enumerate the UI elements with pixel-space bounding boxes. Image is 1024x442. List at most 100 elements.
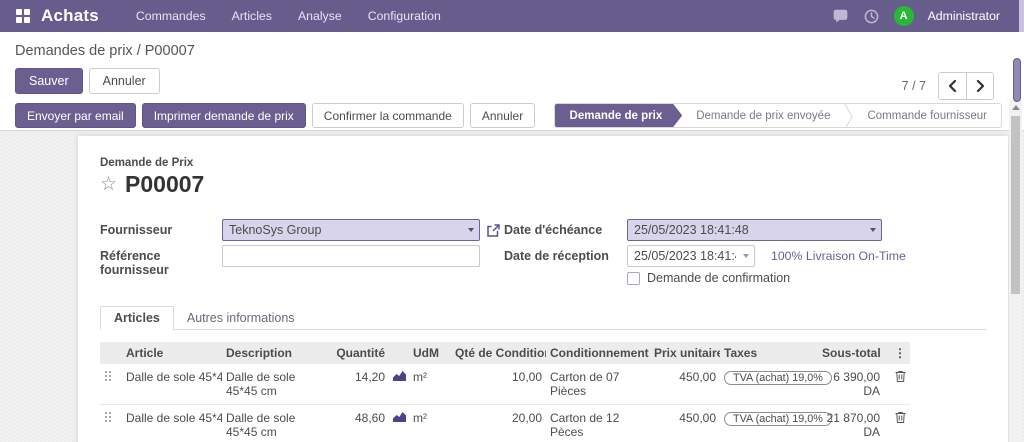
table-row[interactable]: Dalle de sole 45*4... Dalle de sole 45*4… — [100, 364, 910, 405]
notebook-tabs: Articles Autres informations — [100, 305, 986, 330]
status-pipeline: Demande de prix Demande de prix envoyée … — [554, 103, 1002, 128]
description-column-header[interactable]: Description — [222, 342, 321, 364]
chevron-left-icon — [948, 80, 957, 92]
breadcrumb-parent[interactable]: Demandes de prix — [15, 43, 133, 59]
open-partner-link-icon[interactable] — [486, 223, 501, 238]
page-scrollbar-thumb[interactable] — [1013, 58, 1021, 102]
drag-handle-icon[interactable] — [104, 411, 112, 423]
delete-row-icon[interactable] — [895, 411, 906, 423]
cell-conditionnement[interactable]: Carton de 07 Pièces — [546, 364, 650, 405]
table-row[interactable]: Dalle de sole 45*4... Dalle de sole 45*4… — [100, 405, 910, 442]
record-pager: 7 / 7 — [902, 72, 994, 100]
cancel-button[interactable]: Annuler — [470, 103, 535, 128]
fournisseur-select[interactable] — [222, 219, 480, 241]
cell-qte-conditionnement[interactable]: 10,00 — [451, 364, 546, 405]
cell-qte-conditionnement[interactable]: 20,00 — [451, 405, 546, 442]
scrollbar-track-top — [1019, 0, 1024, 32]
content-area: Demande de Prix ☆ P00007 Fournisseur — [0, 131, 1024, 442]
ontime-delivery-note: 100% Livraison On-Time — [771, 249, 906, 263]
menu-analyse[interactable]: Analyse — [285, 0, 355, 32]
send-email-button[interactable]: Envoyer par email — [15, 103, 136, 128]
status-demande-de-prix[interactable]: Demande de prix — [555, 104, 683, 127]
action-bar: Envoyer par email Imprimer demande de pr… — [0, 100, 1024, 131]
navbar-right: A Administrator — [832, 6, 1014, 26]
cell-description[interactable]: Dalle de sole 45*45 cm — [222, 364, 321, 405]
app-brand[interactable]: Achats — [41, 6, 99, 26]
delete-row-icon[interactable] — [895, 370, 906, 382]
cell-prix-unitaire[interactable]: 450,00 — [650, 364, 720, 405]
cell-description[interactable]: Dalle de sole 45*45 cm — [222, 405, 321, 442]
pager-previous-button[interactable] — [939, 73, 966, 99]
menu-commandes[interactable]: Commandes — [123, 0, 219, 32]
print-rfq-button[interactable]: Imprimer demande de prix — [142, 103, 306, 128]
breadcrumb: Demandes de prix / P00007 — [0, 32, 1024, 59]
cell-prix-unitaire[interactable]: 450,00 — [650, 405, 720, 442]
scrollbar-up-arrow-icon[interactable] — [1012, 105, 1020, 110]
tab-autres-informations[interactable]: Autres informations — [174, 307, 308, 329]
drag-handle-icon[interactable] — [104, 370, 112, 382]
discard-button[interactable]: Annuler — [89, 68, 160, 94]
tax-badge[interactable]: TVA (achat) 19,0% — [724, 371, 832, 385]
workflow-buttons: Envoyer par email Imprimer demande de pr… — [15, 103, 535, 128]
odoo-purchase-app: Achats Commandes Articles Analyse Config… — [0, 0, 1024, 442]
pager-buttons — [938, 72, 994, 100]
pager-next-button[interactable] — [966, 73, 993, 99]
menu-articles[interactable]: Articles — [219, 0, 285, 32]
prix-unitaire-column-header[interactable]: Prix unitaire — [650, 342, 720, 364]
status-demande-envoyee[interactable]: Demande de prix envoyée — [682, 104, 844, 127]
udm-column-header[interactable]: UdM — [409, 342, 451, 364]
form-sheet: Demande de Prix ☆ P00007 Fournisseur — [78, 136, 1008, 442]
user-menu[interactable]: Administrator — [928, 9, 1000, 23]
apps-grid-icon[interactable] — [16, 9, 31, 24]
messages-icon[interactable] — [832, 8, 849, 25]
confirm-order-button[interactable]: Confirmer la commande — [312, 103, 464, 128]
tab-articles[interactable]: Articles — [100, 306, 174, 330]
reference-fournisseur-label: Référence fournisseur — [100, 245, 222, 277]
article-column-header[interactable]: Article — [122, 342, 222, 364]
reference-fournisseur-input[interactable] — [222, 245, 480, 267]
control-panel: Demandes de prix / P00007 Sauver Annuler… — [0, 32, 1024, 100]
chevron-right-icon — [976, 80, 985, 92]
cell-udm[interactable]: m² — [409, 364, 451, 405]
date-reception-input[interactable] — [627, 245, 755, 267]
cell-article[interactable]: Dalle de sole 45*4... — [122, 364, 222, 405]
cell-udm[interactable]: m² — [409, 405, 451, 442]
cell-conditionnement[interactable]: Carton de 12 Pèces — [546, 405, 650, 442]
qte-conditionnement-column-header[interactable]: Qté de Condition... — [451, 342, 546, 364]
scrollbar-thumb[interactable] — [1011, 116, 1020, 294]
user-avatar[interactable]: A — [894, 6, 914, 26]
save-button[interactable]: Sauver — [15, 68, 83, 94]
breadcrumb-current: P00007 — [145, 43, 195, 59]
status-separator-icon — [844, 104, 853, 128]
quantite-column-header[interactable]: Quantité — [321, 342, 389, 364]
status-commande-fournisseur[interactable]: Commande fournisseur — [853, 104, 1001, 127]
forecast-chart-icon[interactable] — [393, 371, 406, 381]
cell-quantite[interactable]: 14,20 — [321, 364, 389, 405]
scrollbar-track[interactable] — [1009, 100, 1022, 442]
conditionnement-column-header[interactable]: Conditionnement — [546, 342, 650, 364]
record-name: P00007 — [125, 171, 204, 198]
cell-article[interactable]: Dalle de sole 45*4... — [122, 405, 222, 442]
cell-quantite[interactable]: 48,60 — [321, 405, 389, 442]
activities-clock-icon[interactable] — [863, 8, 880, 25]
top-navbar: Achats Commandes Articles Analyse Config… — [0, 0, 1024, 32]
tax-badge[interactable]: TVA (achat) 19,0% — [724, 412, 832, 426]
menu-configuration[interactable]: Configuration — [355, 0, 454, 32]
optional-columns-icon[interactable]: ⋮ — [894, 346, 906, 360]
order-lines-table: Article Description Quantité UdM Qté de … — [100, 342, 910, 442]
forecast-chart-icon[interactable] — [393, 412, 406, 422]
sheet-type-label: Demande de Prix — [100, 157, 986, 169]
favorite-star-icon[interactable]: ☆ — [100, 175, 117, 194]
fournisseur-label: Fournisseur — [100, 219, 222, 237]
forecast-column-header — [389, 342, 409, 364]
sous-total-column-header[interactable]: Sous-total — [818, 342, 884, 364]
main-menu: Commandes Articles Analyse Configuration — [123, 0, 454, 32]
form-fields: Fournisseur Date d'échéance — [100, 219, 986, 285]
confirmation-checkbox[interactable] — [627, 272, 640, 285]
confirmation-checkbox-label: Demande de confirmation — [647, 271, 790, 285]
taxes-column-header[interactable]: Taxes — [720, 342, 818, 364]
date-echeance-input[interactable] — [627, 219, 882, 241]
pager-count: 7 / 7 — [902, 79, 926, 93]
table-header-row: Article Description Quantité UdM Qté de … — [100, 342, 910, 364]
record-buttons: Sauver Annuler — [15, 68, 160, 94]
